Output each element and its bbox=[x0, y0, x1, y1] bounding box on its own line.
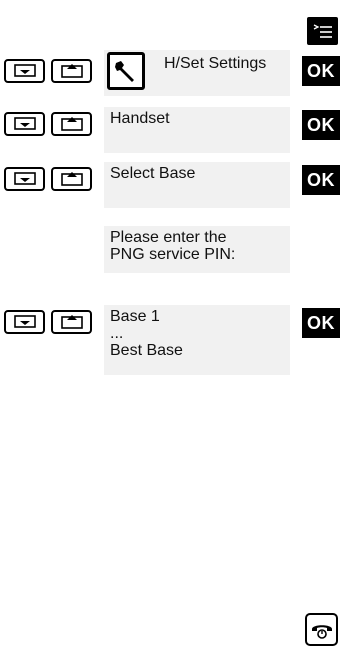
ok-button-step-2[interactable]: OK bbox=[302, 110, 340, 140]
up-arrow-icon bbox=[60, 64, 83, 78]
pin-prompt-line-1: Please enter the bbox=[110, 229, 227, 246]
down-key[interactable] bbox=[4, 112, 45, 136]
down-arrow-icon bbox=[13, 117, 36, 130]
wrench-icon bbox=[115, 61, 134, 82]
base-option-ellipsis: ... bbox=[110, 325, 124, 342]
pin-prompt-line-2: PNG service PIN: bbox=[110, 246, 236, 263]
up-key[interactable] bbox=[51, 310, 92, 334]
settings-tool-icon-box bbox=[107, 52, 145, 90]
display-step-4: Please enter the PNG service PIN: bbox=[104, 226, 290, 273]
nav-keys-step-1 bbox=[4, 59, 96, 83]
up-arrow-icon bbox=[60, 315, 83, 329]
display-step-5: Base 1 ... Best Base bbox=[104, 305, 290, 375]
base-option-1: Base 1 bbox=[110, 308, 160, 325]
ok-button-step-5[interactable]: OK bbox=[302, 308, 340, 338]
base-option-best: Best Base bbox=[110, 342, 183, 359]
step-3-label: Select Base bbox=[110, 165, 196, 182]
down-key[interactable] bbox=[4, 167, 45, 191]
down-arrow-icon bbox=[13, 172, 36, 185]
up-arrow-icon bbox=[60, 172, 83, 186]
step-2-label: Handset bbox=[110, 110, 170, 127]
down-key[interactable] bbox=[4, 59, 45, 83]
nav-keys-step-3 bbox=[4, 167, 96, 191]
nav-keys-step-2 bbox=[4, 112, 96, 136]
ok-button-step-3[interactable]: OK bbox=[302, 165, 340, 195]
end-call-key[interactable] bbox=[305, 613, 338, 646]
down-key[interactable] bbox=[4, 310, 45, 334]
nav-keys-step-5 bbox=[4, 310, 96, 334]
menu-key[interactable] bbox=[307, 17, 338, 45]
end-call-icon bbox=[311, 624, 332, 639]
display-step-2: Handset bbox=[104, 107, 290, 153]
up-key[interactable] bbox=[51, 112, 92, 136]
up-arrow-icon bbox=[60, 117, 83, 131]
ok-button-step-1[interactable]: OK bbox=[302, 56, 340, 86]
up-key[interactable] bbox=[51, 167, 92, 191]
display-step-3: Select Base bbox=[104, 162, 290, 208]
down-arrow-icon bbox=[13, 64, 36, 77]
step-1-label: H/Set Settings bbox=[164, 55, 267, 72]
down-arrow-icon bbox=[13, 315, 36, 328]
menu-list-icon bbox=[313, 24, 332, 38]
up-key[interactable] bbox=[51, 59, 92, 83]
